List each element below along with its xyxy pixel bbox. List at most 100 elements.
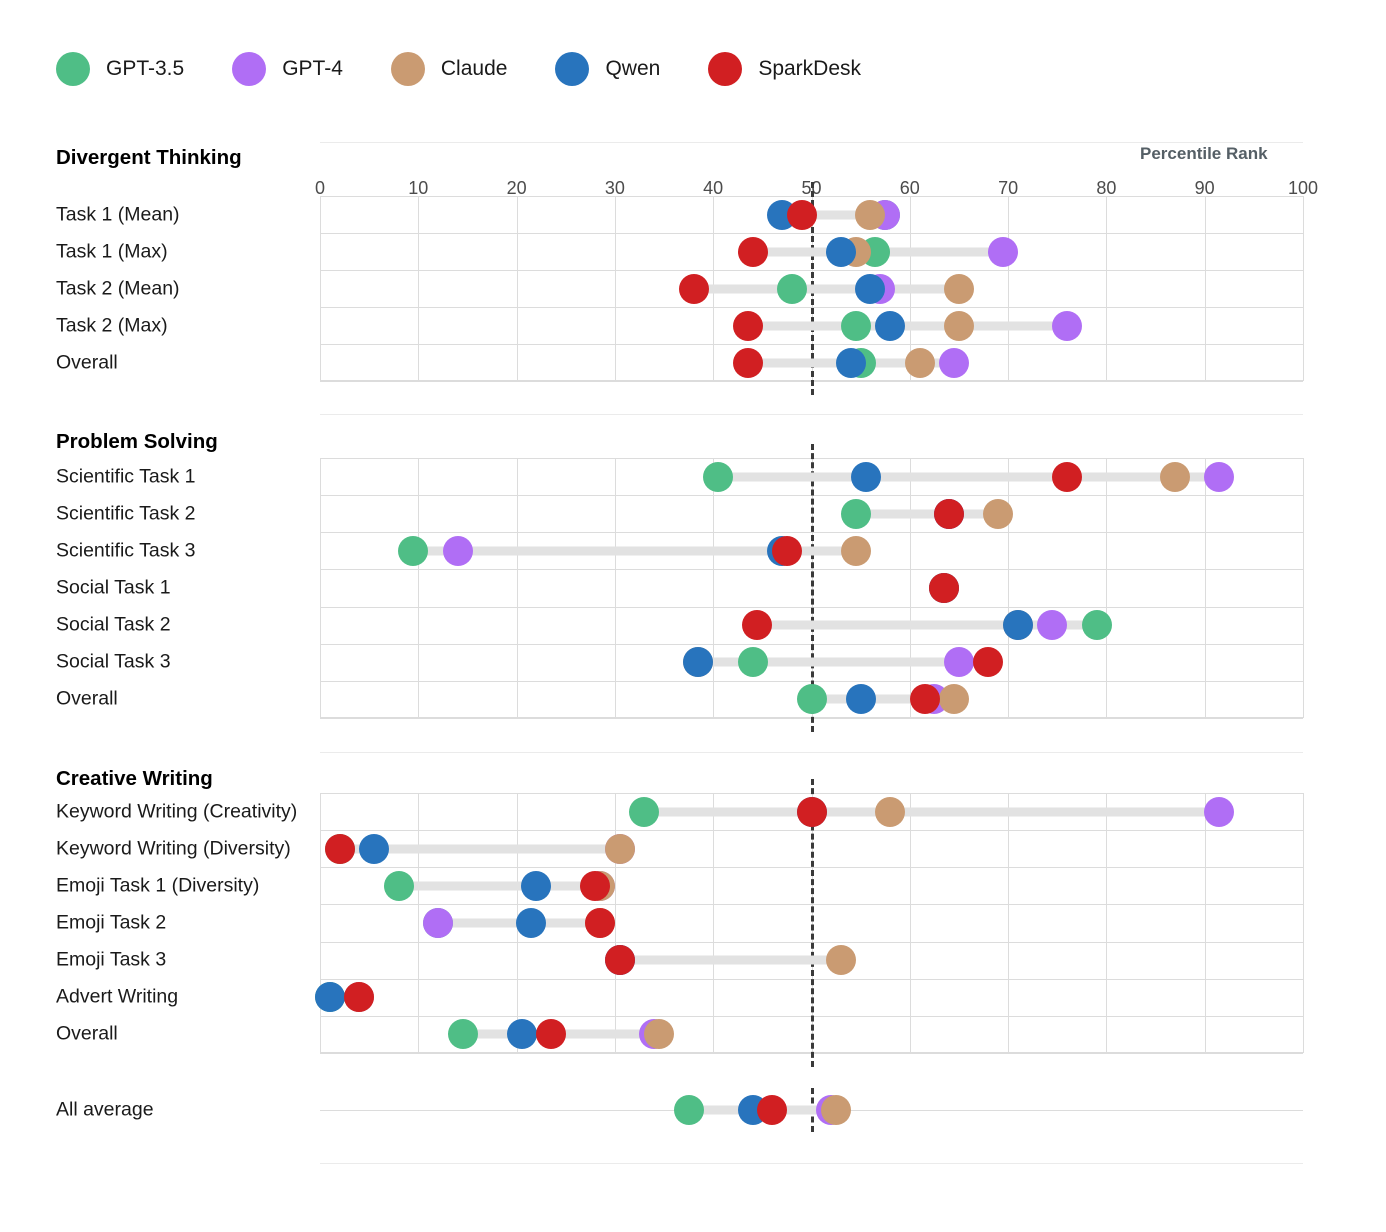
- group-title-divergent-thinking: Divergent Thinking: [56, 146, 242, 169]
- data-point-sparkdesk[interactable]: [732, 347, 763, 378]
- range-connector: [398, 881, 601, 891]
- row-label: Scientific Task 3: [56, 539, 196, 562]
- row-label: Keyword Writing (Creativity): [56, 800, 298, 823]
- data-point-gpt-3-5[interactable]: [776, 273, 807, 304]
- grid-line-vertical: [320, 793, 321, 1053]
- data-point-qwen[interactable]: [1002, 610, 1033, 641]
- data-point-sparkdesk[interactable]: [737, 236, 768, 267]
- grid-line-vertical: [909, 793, 911, 1053]
- data-point-gpt-3-5[interactable]: [398, 535, 429, 566]
- data-point-sparkdesk[interactable]: [1052, 461, 1083, 492]
- data-point-qwen[interactable]: [845, 684, 876, 715]
- data-point-gpt-3-5[interactable]: [447, 1019, 478, 1050]
- panel-top-rule: [320, 414, 1303, 415]
- data-point-gpt-3-5[interactable]: [703, 461, 734, 492]
- row-label: Keyword Writing (Diversity): [56, 837, 291, 860]
- row-label: Emoji Task 2: [56, 911, 167, 934]
- row-label: Advert Writing: [56, 985, 179, 1008]
- grid-line-vertical: [614, 458, 616, 718]
- data-point-sparkdesk[interactable]: [757, 1095, 788, 1125]
- data-point-sparkdesk[interactable]: [973, 647, 1004, 678]
- data-point-gpt-4[interactable]: [943, 647, 974, 678]
- row-label: Overall: [56, 687, 118, 710]
- data-point-claude[interactable]: [855, 199, 886, 230]
- data-point-qwen[interactable]: [314, 982, 345, 1013]
- data-point-sparkdesk[interactable]: [929, 573, 960, 603]
- data-point-qwen[interactable]: [516, 908, 547, 938]
- data-point-sparkdesk[interactable]: [324, 833, 355, 864]
- data-point-claude[interactable]: [604, 833, 635, 864]
- data-point-gpt-4[interactable]: [442, 535, 473, 566]
- data-point-claude[interactable]: [943, 273, 974, 304]
- row-label: Emoji Task 3: [56, 948, 167, 971]
- data-point-qwen[interactable]: [850, 461, 881, 492]
- data-point-gpt-4[interactable]: [1052, 310, 1083, 341]
- data-point-qwen[interactable]: [835, 347, 866, 378]
- data-point-gpt-3-5[interactable]: [737, 647, 768, 678]
- data-point-claude[interactable]: [825, 945, 856, 976]
- data-point-gpt-3-5[interactable]: [1081, 610, 1112, 641]
- grid-line-vertical: [1303, 458, 1304, 718]
- row-label: Task 1 (Max): [56, 240, 168, 262]
- data-point-sparkdesk[interactable]: [732, 310, 763, 341]
- data-point-sparkdesk[interactable]: [678, 273, 709, 304]
- data-point-sparkdesk[interactable]: [742, 610, 773, 641]
- grid-line-vertical: [1106, 793, 1108, 1053]
- row-label: Social Task 3: [56, 650, 171, 673]
- data-point-gpt-4[interactable]: [1204, 461, 1235, 492]
- grid-line-vertical: [1106, 196, 1108, 381]
- data-point-gpt-3-5[interactable]: [840, 310, 871, 341]
- data-point-sparkdesk[interactable]: [344, 982, 375, 1013]
- data-point-sparkdesk[interactable]: [536, 1019, 566, 1050]
- data-point-qwen[interactable]: [521, 870, 552, 901]
- data-point-claude[interactable]: [943, 310, 974, 341]
- row-label: Task 2 (Mean): [56, 277, 180, 299]
- data-point-gpt-3-5[interactable]: [673, 1095, 704, 1125]
- data-point-gpt-4[interactable]: [1204, 796, 1235, 827]
- data-point-sparkdesk[interactable]: [604, 945, 635, 976]
- data-point-sparkdesk[interactable]: [580, 870, 611, 901]
- data-point-sparkdesk[interactable]: [909, 684, 940, 715]
- data-point-qwen[interactable]: [359, 833, 390, 864]
- grid-line-vertical: [614, 196, 616, 381]
- data-point-qwen[interactable]: [683, 647, 714, 678]
- panel-top-rule: [320, 1163, 1303, 1164]
- data-point-claude[interactable]: [821, 1095, 852, 1125]
- data-point-gpt-3-5[interactable]: [629, 796, 660, 827]
- data-point-gpt-4[interactable]: [939, 347, 970, 378]
- data-point-qwen[interactable]: [875, 310, 906, 341]
- data-point-gpt-3-5[interactable]: [383, 870, 414, 901]
- grid-line-vertical: [418, 458, 420, 718]
- grid-line-vertical: [1008, 196, 1010, 381]
- range-connector: [718, 472, 1220, 482]
- panel-top-rule: [320, 142, 1303, 143]
- data-point-gpt-4[interactable]: [422, 908, 453, 938]
- data-point-gpt-4[interactable]: [988, 236, 1019, 267]
- data-point-gpt-3-5[interactable]: [840, 498, 871, 529]
- grid-line-vertical: [1303, 793, 1304, 1053]
- data-point-qwen[interactable]: [855, 273, 886, 304]
- data-point-sparkdesk[interactable]: [934, 498, 965, 529]
- row-label: Scientific Task 1: [56, 465, 196, 488]
- panel-top-rule: [320, 752, 1303, 753]
- data-point-sparkdesk[interactable]: [771, 535, 802, 566]
- data-point-claude[interactable]: [983, 498, 1014, 529]
- data-point-claude[interactable]: [904, 347, 935, 378]
- data-point-gpt-4[interactable]: [1037, 610, 1068, 641]
- data-point-gpt-3-5[interactable]: [796, 684, 827, 715]
- data-point-claude[interactable]: [840, 535, 871, 566]
- data-point-qwen[interactable]: [506, 1019, 537, 1050]
- data-point-claude[interactable]: [875, 796, 906, 827]
- row-label: All average: [56, 1098, 154, 1121]
- grid-line-vertical: [418, 793, 420, 1053]
- data-point-claude[interactable]: [1160, 461, 1191, 492]
- grid-line-vertical: [320, 196, 321, 381]
- data-point-claude[interactable]: [644, 1019, 675, 1050]
- data-point-qwen[interactable]: [825, 236, 856, 267]
- range-connector: [644, 807, 1220, 817]
- data-point-sparkdesk[interactable]: [585, 908, 616, 938]
- data-point-sparkdesk[interactable]: [786, 199, 817, 230]
- group-title-creative-writing: Creative Writing: [56, 767, 213, 790]
- data-point-claude[interactable]: [939, 684, 970, 715]
- data-point-sparkdesk[interactable]: [796, 796, 827, 827]
